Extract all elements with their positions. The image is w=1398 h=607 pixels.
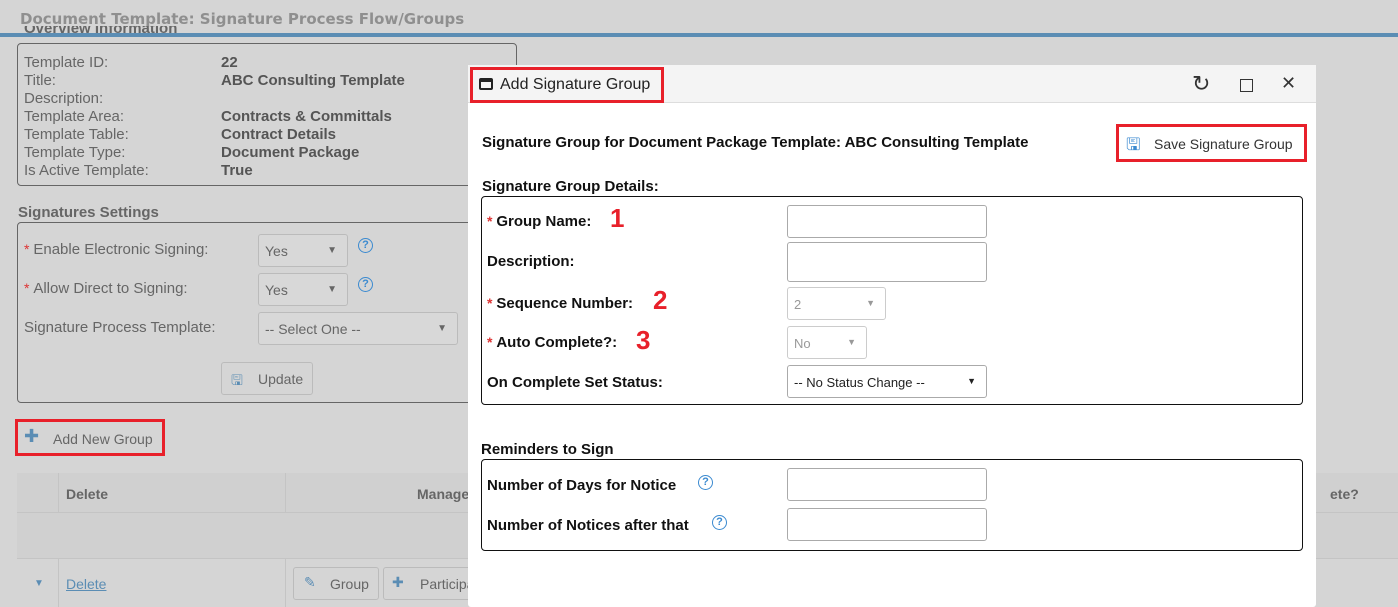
description-label: Description: <box>487 253 575 270</box>
edit-group-button[interactable]: ✎ Group <box>293 567 379 600</box>
overview-heading: Overview Information <box>24 26 178 37</box>
add-new-group-label: Add New Group <box>53 431 153 447</box>
save-signature-group-button[interactable]: 🖫 Save Signature Group <box>1116 124 1307 162</box>
on-complete-select[interactable]: -- No Status Change -- ▼ <box>787 365 987 398</box>
dialog-title: Add Signature Group <box>500 76 651 93</box>
delete-link[interactable]: Delete <box>66 576 106 592</box>
dialog-title-box: Add Signature Group <box>470 67 664 103</box>
close-icon[interactable]: ✕ <box>1281 73 1296 94</box>
value: Contract Details <box>221 126 337 143</box>
days-notice-input[interactable] <box>787 468 987 501</box>
value: Document Package <box>221 144 360 161</box>
annotation-2: 2 <box>653 285 668 315</box>
label: Description: <box>24 90 104 107</box>
annotation-3: 3 <box>636 325 651 355</box>
help-icon[interactable]: ? <box>698 475 713 490</box>
details-heading: Signature Group Details: <box>482 178 659 195</box>
pencil-icon: ✎ <box>304 574 316 590</box>
value: True <box>221 162 253 179</box>
expand-caret-icon[interactable]: ▼ <box>34 578 44 589</box>
label: Title: <box>24 72 56 89</box>
add-new-group-button[interactable]: ✚ Add New Group <box>15 419 165 456</box>
help-icon[interactable]: ? <box>358 277 373 292</box>
sequence-label: * Sequence Number: <box>487 295 634 312</box>
sequence-select[interactable]: 2 ▼ <box>787 287 886 320</box>
description-input[interactable] <box>787 242 987 282</box>
add-signature-group-dialog: Add Signature Group ↻ ✕ Signature Group … <box>468 65 1316 607</box>
reminders-heading: Reminders to Sign <box>481 441 614 458</box>
value <box>221 90 405 108</box>
process-template-select[interactable]: -- Select One -- ▼ <box>258 312 458 345</box>
dialog-heading: Signature Group for Document Package Tem… <box>482 134 1029 151</box>
overview-values: 22 ABC Consulting Template Contracts & C… <box>221 54 405 180</box>
auto-complete-select[interactable]: No ▼ <box>787 326 867 359</box>
overview-labels: Template ID: Title: Description: Templat… <box>24 54 149 180</box>
save-icon: 🖫 <box>1126 135 1141 154</box>
label: Template Table: <box>24 126 129 143</box>
value: Contracts & Committals <box>221 108 392 125</box>
days-notice-label: Number of Days for Notice <box>487 477 677 494</box>
col-complete: ete? <box>1330 486 1359 502</box>
page-title: Document Template: Signature Process Flo… <box>20 10 465 28</box>
process-template-label: Signature Process Template: <box>24 319 216 336</box>
group-name-input[interactable] <box>787 205 987 238</box>
annotation-1: 1 <box>610 203 625 233</box>
update-button[interactable]: 🖫 Update <box>221 362 313 395</box>
save-icon: 🖫 <box>231 372 243 388</box>
save-label: Save Signature Group <box>1154 136 1293 152</box>
group-name-label: * Group Name: <box>487 213 592 230</box>
window-icon <box>479 78 493 90</box>
on-complete-label: On Complete Set Status: <box>487 374 663 391</box>
help-icon[interactable]: ? <box>358 238 373 253</box>
value: 22 <box>221 54 238 71</box>
label: Is Active Template: <box>24 162 149 179</box>
label: Template Type: <box>24 144 126 161</box>
header-divider <box>0 33 1398 37</box>
notices-after-input[interactable] <box>787 508 987 541</box>
col-delete: Delete <box>66 486 109 502</box>
maximize-icon[interactable] <box>1240 79 1253 92</box>
enable-signing-label: * Enable Electronic Signing: <box>24 241 209 258</box>
enable-signing-select[interactable]: Yes ▼ <box>258 234 348 267</box>
label: Template Area: <box>24 108 125 125</box>
col-manage: Manage <box>417 486 470 502</box>
direct-signing-label: * Allow Direct to Signing: <box>24 280 188 297</box>
notices-after-label: Number of Notices after that <box>487 517 689 534</box>
plus-icon: ✚ <box>24 426 40 446</box>
help-icon[interactable]: ? <box>712 515 727 530</box>
label: Template ID: <box>24 54 109 71</box>
refresh-icon[interactable]: ↻ <box>1192 71 1210 97</box>
plus-icon: ✚ <box>392 574 404 590</box>
auto-complete-label: * Auto Complete?: <box>487 334 618 351</box>
value: ABC Consulting Template <box>221 72 405 89</box>
signatures-heading: Signatures Settings <box>18 204 159 221</box>
direct-signing-select[interactable]: Yes ▼ <box>258 273 348 306</box>
